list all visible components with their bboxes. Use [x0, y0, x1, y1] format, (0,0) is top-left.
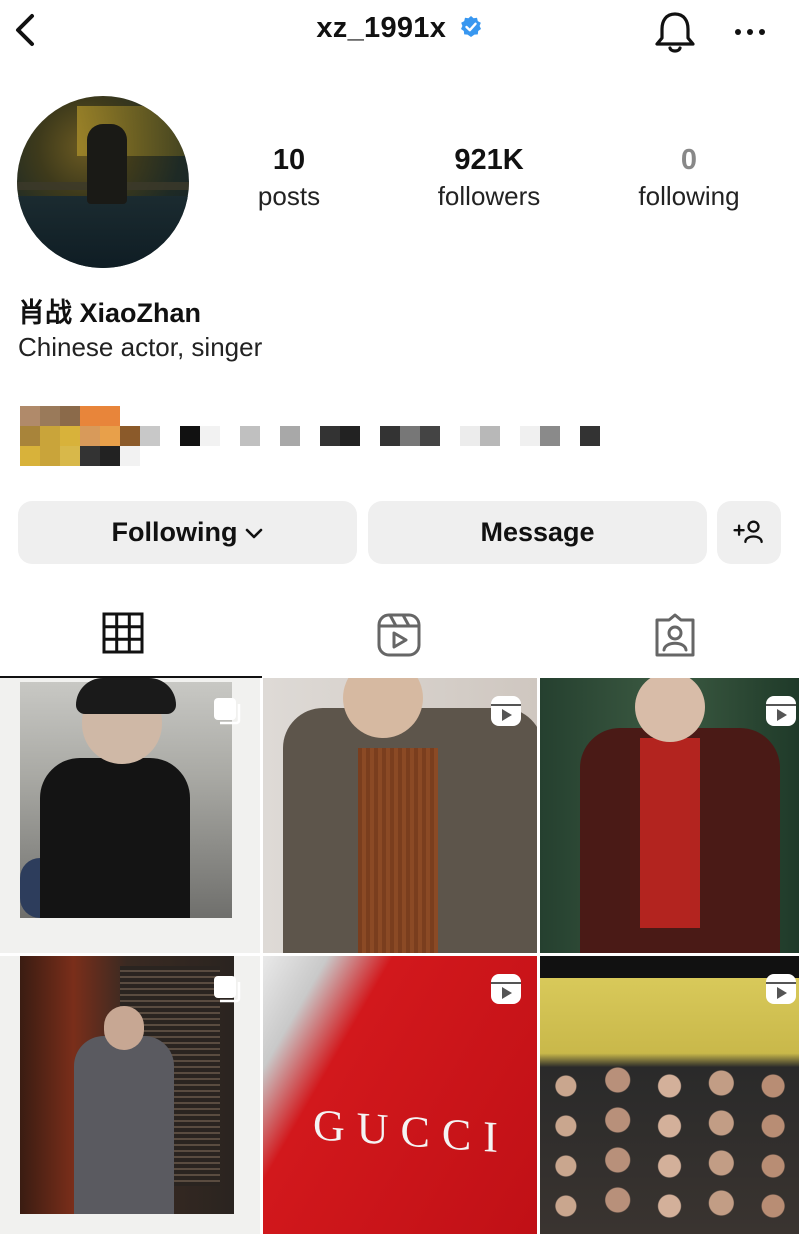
add-user-button[interactable]: [717, 501, 781, 564]
chevron-down-icon: [246, 528, 263, 539]
reels-icon: [766, 696, 796, 726]
top-bar: xz_1991x: [0, 0, 799, 64]
multi-photo-icon: [214, 976, 241, 1003]
reels-icon: [766, 974, 796, 1004]
display-name: 肖战 XiaoZhan: [18, 298, 202, 328]
following-stat[interactable]: 0 following: [609, 142, 769, 214]
message-button[interactable]: Message: [368, 501, 707, 564]
tagged-icon: [655, 613, 695, 657]
posts-grid: GUCCI: [0, 678, 799, 1234]
reels-icon: [377, 613, 421, 657]
avatar[interactable]: [17, 96, 189, 268]
following-label: following: [638, 181, 740, 211]
bio-text: Chinese actor, singer: [18, 332, 263, 362]
followers-stat[interactable]: 921K followers: [409, 142, 569, 214]
following-count: 0: [680, 144, 698, 176]
post-thumbnail[interactable]: GUCCI: [263, 956, 537, 1234]
post-thumbnail[interactable]: [0, 956, 260, 1234]
gucci-logo-text: GUCCI: [313, 1100, 510, 1163]
username: xz_1991x: [316, 12, 447, 44]
grid-icon: [102, 612, 144, 654]
post-thumbnail[interactable]: [0, 678, 260, 953]
profile-tabs: [0, 590, 799, 678]
posts-stat[interactable]: 10 posts: [209, 142, 369, 214]
multi-photo-icon: [214, 698, 241, 725]
verified-badge-icon: [460, 15, 481, 37]
tab-tagged[interactable]: [532, 590, 798, 678]
tab-grid[interactable]: [0, 590, 266, 678]
followers-count: 921K: [454, 144, 524, 176]
post-thumbnail[interactable]: [540, 956, 799, 1234]
followers-label: followers: [437, 181, 541, 211]
posts-count: 10: [272, 144, 306, 176]
post-thumbnail[interactable]: [263, 678, 537, 953]
add-user-icon: [733, 520, 763, 544]
following-label: Following: [111, 517, 238, 547]
bell-icon[interactable]: [652, 8, 698, 56]
reels-icon: [491, 696, 521, 726]
tab-reels[interactable]: [266, 590, 532, 678]
more-horizontal-icon[interactable]: [728, 18, 772, 46]
following-button[interactable]: Following: [18, 501, 357, 564]
message-label: Message: [480, 517, 595, 547]
reels-icon: [491, 974, 521, 1004]
post-thumbnail[interactable]: [540, 678, 799, 953]
posts-label: posts: [257, 181, 321, 211]
